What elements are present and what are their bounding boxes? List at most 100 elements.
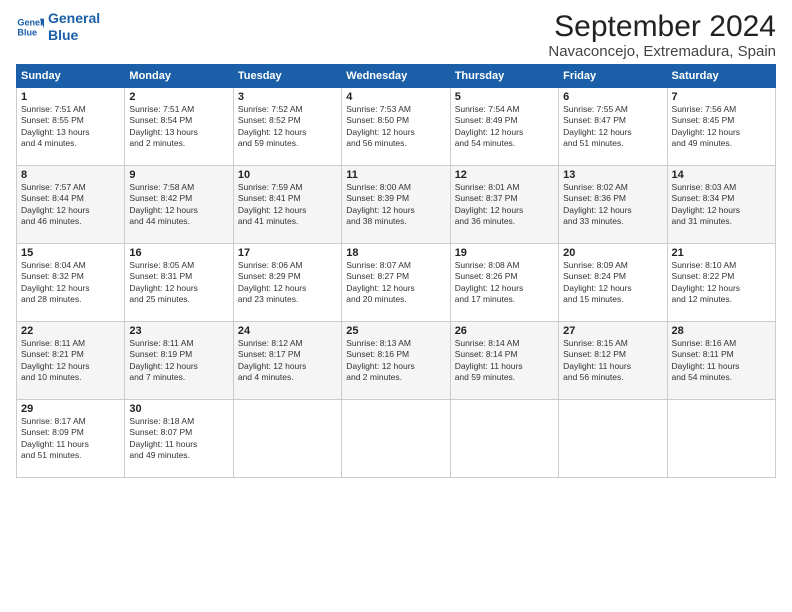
calendar-day-13: 13Sunrise: 8:02 AMSunset: 8:36 PMDayligh… [559, 166, 667, 244]
day-number: 27 [563, 325, 662, 337]
calendar-day-28: 28Sunrise: 8:16 AMSunset: 8:11 PMDayligh… [667, 322, 775, 400]
column-header-wednesday: Wednesday [342, 65, 450, 88]
calendar-day-17: 17Sunrise: 8:06 AMSunset: 8:29 PMDayligh… [233, 244, 341, 322]
calendar-day-4: 4Sunrise: 7:53 AMSunset: 8:50 PMDaylight… [342, 88, 450, 166]
day-info: Sunrise: 7:59 AMSunset: 8:41 PMDaylight:… [238, 182, 337, 228]
day-info: Sunrise: 7:51 AMSunset: 8:54 PMDaylight:… [129, 104, 228, 150]
day-number: 20 [563, 247, 662, 259]
day-number: 30 [129, 403, 228, 415]
day-info: Sunrise: 8:17 AMSunset: 8:09 PMDaylight:… [21, 416, 120, 462]
calendar-day-22: 22Sunrise: 8:11 AMSunset: 8:21 PMDayligh… [17, 322, 125, 400]
day-number: 25 [346, 325, 445, 337]
title-block: September 2024 Navaconcejo, Extremadura,… [548, 10, 776, 60]
day-info: Sunrise: 8:05 AMSunset: 8:31 PMDaylight:… [129, 260, 228, 306]
day-number: 22 [21, 325, 120, 337]
day-info: Sunrise: 8:18 AMSunset: 8:07 PMDaylight:… [129, 416, 228, 462]
day-info: Sunrise: 8:06 AMSunset: 8:29 PMDaylight:… [238, 260, 337, 306]
day-number: 16 [129, 247, 228, 259]
calendar-day-16: 16Sunrise: 8:05 AMSunset: 8:31 PMDayligh… [125, 244, 233, 322]
day-number: 13 [563, 169, 662, 181]
day-info: Sunrise: 8:13 AMSunset: 8:16 PMDaylight:… [346, 338, 445, 384]
day-info: Sunrise: 7:56 AMSunset: 8:45 PMDaylight:… [672, 104, 771, 150]
empty-cell [233, 400, 341, 478]
day-info: Sunrise: 8:09 AMSunset: 8:24 PMDaylight:… [563, 260, 662, 306]
day-number: 26 [455, 325, 554, 337]
header: General Blue General Blue September 2024… [16, 10, 776, 60]
day-info: Sunrise: 8:08 AMSunset: 8:26 PMDaylight:… [455, 260, 554, 306]
main-title: September 2024 [548, 10, 776, 43]
day-number: 4 [346, 91, 445, 103]
column-header-sunday: Sunday [17, 65, 125, 88]
calendar-day-21: 21Sunrise: 8:10 AMSunset: 8:22 PMDayligh… [667, 244, 775, 322]
calendar-day-23: 23Sunrise: 8:11 AMSunset: 8:19 PMDayligh… [125, 322, 233, 400]
day-info: Sunrise: 8:02 AMSunset: 8:36 PMDaylight:… [563, 182, 662, 228]
calendar-week-3: 15Sunrise: 8:04 AMSunset: 8:32 PMDayligh… [17, 244, 776, 322]
empty-cell [342, 400, 450, 478]
calendar-day-7: 7Sunrise: 7:56 AMSunset: 8:45 PMDaylight… [667, 88, 775, 166]
empty-cell [450, 400, 558, 478]
day-number: 2 [129, 91, 228, 103]
day-info: Sunrise: 7:52 AMSunset: 8:52 PMDaylight:… [238, 104, 337, 150]
day-number: 1 [21, 91, 120, 103]
day-number: 7 [672, 91, 771, 103]
day-number: 29 [21, 403, 120, 415]
svg-text:General: General [17, 17, 44, 27]
calendar-week-4: 22Sunrise: 8:11 AMSunset: 8:21 PMDayligh… [17, 322, 776, 400]
svg-text:Blue: Blue [17, 27, 37, 37]
calendar-day-26: 26Sunrise: 8:14 AMSunset: 8:14 PMDayligh… [450, 322, 558, 400]
day-info: Sunrise: 8:10 AMSunset: 8:22 PMDaylight:… [672, 260, 771, 306]
day-number: 19 [455, 247, 554, 259]
day-number: 23 [129, 325, 228, 337]
day-info: Sunrise: 8:15 AMSunset: 8:12 PMDaylight:… [563, 338, 662, 384]
logo: General Blue General Blue [16, 10, 100, 44]
day-info: Sunrise: 7:53 AMSunset: 8:50 PMDaylight:… [346, 104, 445, 150]
calendar-day-3: 3Sunrise: 7:52 AMSunset: 8:52 PMDaylight… [233, 88, 341, 166]
day-info: Sunrise: 8:01 AMSunset: 8:37 PMDaylight:… [455, 182, 554, 228]
day-number: 9 [129, 169, 228, 181]
calendar-week-5: 29Sunrise: 8:17 AMSunset: 8:09 PMDayligh… [17, 400, 776, 478]
day-info: Sunrise: 7:51 AMSunset: 8:55 PMDaylight:… [21, 104, 120, 150]
day-number: 17 [238, 247, 337, 259]
column-header-monday: Monday [125, 65, 233, 88]
calendar-day-1: 1Sunrise: 7:51 AMSunset: 8:55 PMDaylight… [17, 88, 125, 166]
day-number: 8 [21, 169, 120, 181]
empty-cell [559, 400, 667, 478]
day-info: Sunrise: 8:11 AMSunset: 8:19 PMDaylight:… [129, 338, 228, 384]
day-info: Sunrise: 7:58 AMSunset: 8:42 PMDaylight:… [129, 182, 228, 228]
calendar-day-27: 27Sunrise: 8:15 AMSunset: 8:12 PMDayligh… [559, 322, 667, 400]
day-info: Sunrise: 7:54 AMSunset: 8:49 PMDaylight:… [455, 104, 554, 150]
day-number: 11 [346, 169, 445, 181]
day-number: 21 [672, 247, 771, 259]
calendar-table: SundayMondayTuesdayWednesdayThursdayFrid… [16, 64, 776, 478]
day-number: 10 [238, 169, 337, 181]
calendar-day-18: 18Sunrise: 8:07 AMSunset: 8:27 PMDayligh… [342, 244, 450, 322]
day-number: 3 [238, 91, 337, 103]
day-number: 28 [672, 325, 771, 337]
empty-cell [667, 400, 775, 478]
day-info: Sunrise: 7:55 AMSunset: 8:47 PMDaylight:… [563, 104, 662, 150]
calendar-day-24: 24Sunrise: 8:12 AMSunset: 8:17 PMDayligh… [233, 322, 341, 400]
day-info: Sunrise: 8:16 AMSunset: 8:11 PMDaylight:… [672, 338, 771, 384]
day-info: Sunrise: 8:03 AMSunset: 8:34 PMDaylight:… [672, 182, 771, 228]
day-info: Sunrise: 8:12 AMSunset: 8:17 PMDaylight:… [238, 338, 337, 384]
calendar-day-25: 25Sunrise: 8:13 AMSunset: 8:16 PMDayligh… [342, 322, 450, 400]
subtitle: Navaconcejo, Extremadura, Spain [548, 43, 776, 60]
day-number: 24 [238, 325, 337, 337]
calendar-week-1: 1Sunrise: 7:51 AMSunset: 8:55 PMDaylight… [17, 88, 776, 166]
day-number: 18 [346, 247, 445, 259]
day-info: Sunrise: 8:07 AMSunset: 8:27 PMDaylight:… [346, 260, 445, 306]
calendar-day-20: 20Sunrise: 8:09 AMSunset: 8:24 PMDayligh… [559, 244, 667, 322]
calendar-header-row: SundayMondayTuesdayWednesdayThursdayFrid… [17, 65, 776, 88]
day-info: Sunrise: 7:57 AMSunset: 8:44 PMDaylight:… [21, 182, 120, 228]
logo-line2: Blue [48, 27, 100, 44]
calendar-day-30: 30Sunrise: 8:18 AMSunset: 8:07 PMDayligh… [125, 400, 233, 478]
column-header-friday: Friday [559, 65, 667, 88]
logo-line1: General [48, 10, 100, 27]
column-header-tuesday: Tuesday [233, 65, 341, 88]
calendar-day-10: 10Sunrise: 7:59 AMSunset: 8:41 PMDayligh… [233, 166, 341, 244]
day-info: Sunrise: 8:00 AMSunset: 8:39 PMDaylight:… [346, 182, 445, 228]
page-container: General Blue General Blue September 2024… [0, 0, 792, 488]
day-number: 14 [672, 169, 771, 181]
calendar-day-14: 14Sunrise: 8:03 AMSunset: 8:34 PMDayligh… [667, 166, 775, 244]
calendar-day-2: 2Sunrise: 7:51 AMSunset: 8:54 PMDaylight… [125, 88, 233, 166]
